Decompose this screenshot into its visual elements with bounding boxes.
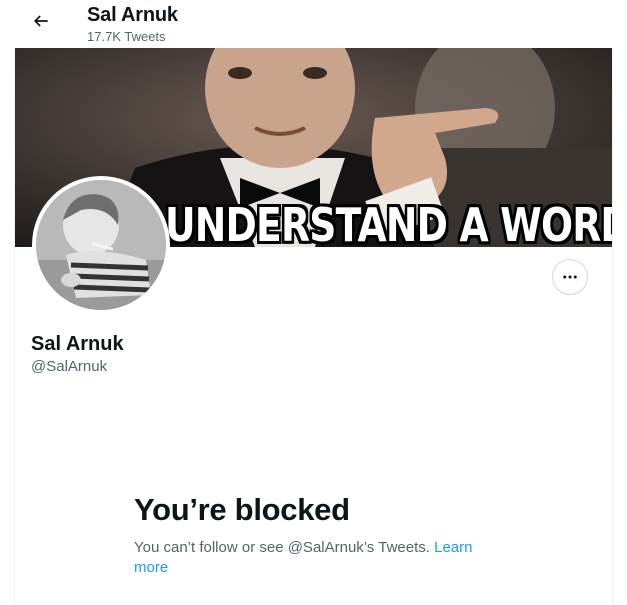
arrow-left-icon [33,15,48,27]
blocked-message-text: You can’t follow or see @SalArnuk’s Twee… [134,539,430,556]
more-dots-icon [563,275,577,279]
back-button[interactable] [28,8,54,34]
header-tweet-count: 17.7K Tweets [87,29,166,44]
blocked-message: You can’t follow or see @SalArnuk’s Twee… [134,538,494,578]
banner-caption: UNDERSTAND A WORD! [165,198,612,247]
header-name: Sal Arnuk [87,4,178,26]
avatar[interactable] [32,176,170,314]
more-options-button[interactable] [552,259,588,295]
top-bar: Sal Arnuk 17.7K Tweets [0,0,627,48]
blocked-title: You’re blocked [134,492,350,527]
profile-name: Sal Arnuk [31,333,124,355]
avatar-image [36,180,166,310]
profile-handle: @SalArnuk [31,358,108,375]
